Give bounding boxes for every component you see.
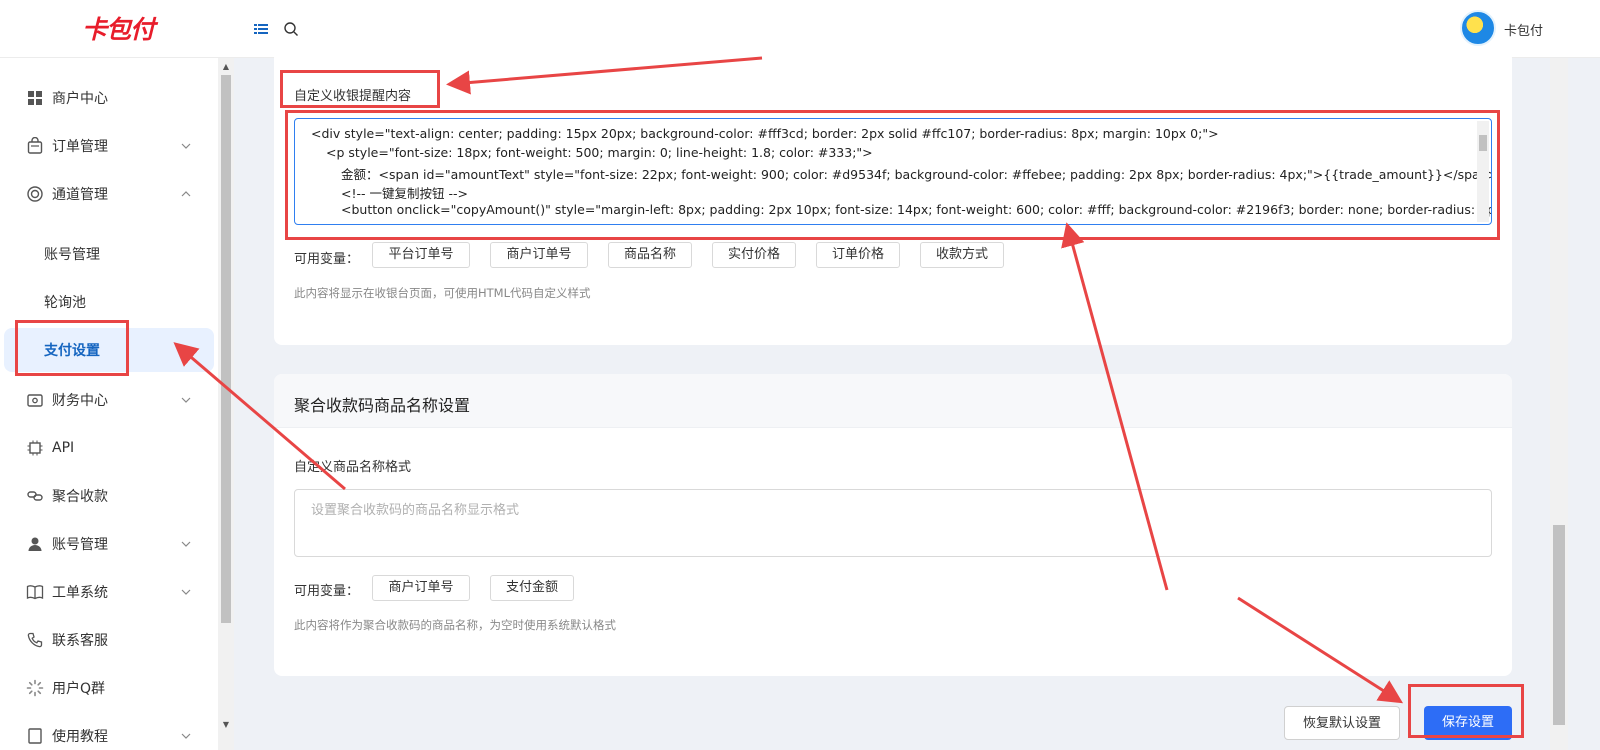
product-name-format-input[interactable]: 设置聚合收款码的商品名称显示格式 bbox=[294, 489, 1492, 557]
sidebar-item-label: 工单系统 bbox=[52, 585, 108, 601]
chevron-down-icon bbox=[181, 733, 191, 739]
sidebar-item-orders[interactable]: 订单管理 bbox=[0, 124, 214, 168]
product-name-format-label: 自定义商品名称格式 bbox=[294, 460, 412, 475]
chevron-down-icon bbox=[181, 589, 191, 595]
chevron-down-icon bbox=[181, 541, 191, 547]
chip-icon bbox=[27, 440, 43, 456]
sidebar-item-label: API bbox=[52, 440, 75, 456]
grid-icon bbox=[28, 91, 42, 105]
page-scrollbar-thumb[interactable] bbox=[1553, 525, 1565, 725]
reset-defaults-button[interactable]: 恢复默认设置 bbox=[1284, 706, 1400, 740]
sidebar-item-label: 订单管理 bbox=[52, 139, 108, 155]
vars-label: 可用变量： bbox=[294, 584, 360, 599]
var-tag-merchant-order[interactable]: 商户订单号 bbox=[372, 575, 470, 601]
book-icon bbox=[26, 585, 44, 600]
chevron-up-icon bbox=[181, 191, 191, 197]
vars-label: 可用变量： bbox=[294, 252, 360, 267]
highlight-box-label bbox=[280, 70, 440, 108]
sidebar-item-accounts-sub[interactable]: 账号管理 bbox=[0, 232, 214, 276]
sidebar-item-tutorial[interactable]: 使用教程 bbox=[0, 714, 214, 750]
sidebar-item-label: 使用教程 bbox=[52, 729, 108, 745]
link-icon bbox=[27, 491, 43, 501]
sidebar-item-channels[interactable]: 通道管理 bbox=[0, 172, 214, 216]
channel-icon bbox=[27, 186, 43, 202]
input-placeholder: 设置聚合收款码的商品名称显示格式 bbox=[311, 503, 520, 518]
sidebar-item-account-management[interactable]: 账号管理 bbox=[0, 522, 214, 566]
scroll-up-arrow-icon[interactable]: ▲ bbox=[221, 62, 231, 72]
highlight-box-nav bbox=[15, 320, 129, 376]
var-tag-payment-amount[interactable]: 支付金额 bbox=[490, 575, 574, 601]
card-title: 聚合收款码商品名称设置 bbox=[294, 396, 471, 415]
wallet-icon bbox=[27, 394, 43, 407]
var-tag-platform-order[interactable]: 平台订单号 bbox=[372, 242, 470, 268]
chevron-down-icon bbox=[181, 397, 191, 403]
sidebar-item-polling-pool[interactable]: 轮询池 bbox=[0, 280, 214, 324]
sidebar-item-finance[interactable]: 财务中心 bbox=[0, 378, 214, 422]
sidebar-item-api[interactable]: API bbox=[0, 426, 214, 470]
highlight-box-save bbox=[1408, 684, 1524, 738]
bag-icon bbox=[27, 137, 43, 154]
sidebar-item-label: 账号管理 bbox=[44, 247, 100, 263]
user-name[interactable]: 卡包付 bbox=[1504, 20, 1543, 39]
app-logo[interactable]: 卡包付 bbox=[82, 10, 155, 46]
sidebar-item-tickets[interactable]: 工单系统 bbox=[0, 570, 214, 614]
phone-icon bbox=[27, 632, 43, 648]
sidebar-item-label: 用户Q群 bbox=[52, 681, 106, 697]
sidebar-item-label: 财务中心 bbox=[52, 393, 108, 409]
var-tag-order-price[interactable]: 订单价格 bbox=[816, 242, 900, 268]
chevron-down-icon bbox=[181, 143, 191, 149]
sidebar-item-label: 账号管理 bbox=[52, 537, 108, 553]
sidebar-item-support[interactable]: 联系客服 bbox=[0, 618, 214, 662]
var-tag-paid-price[interactable]: 实付价格 bbox=[712, 242, 796, 268]
checkout-reminder-hint: 此内容将显示在收银台页面，可使用HTML代码自定义样式 bbox=[294, 286, 591, 300]
loading-icon bbox=[26, 679, 44, 697]
sidebar-item-label: 联系客服 bbox=[52, 633, 108, 649]
search-icon[interactable] bbox=[282, 20, 300, 38]
doc-icon bbox=[28, 728, 42, 744]
menu-toggle-icon[interactable] bbox=[252, 20, 270, 38]
sidebar-item-label: 商户中心 bbox=[52, 91, 108, 107]
product-name-hint: 此内容将作为聚合收款码的商品名称，为空时使用系统默认格式 bbox=[294, 618, 616, 632]
var-tag-payment-method[interactable]: 收款方式 bbox=[920, 242, 1004, 268]
sidebar-item-user-group[interactable]: 用户Q群 bbox=[0, 666, 214, 710]
sidebar-item-label: 聚合收款 bbox=[52, 489, 108, 505]
sidebar: 商户中心 订单管理 通道管理 账号管理 轮询池 支付设置 财务中心 API 聚合… bbox=[0, 58, 218, 750]
card-header: 聚合收款码商品名称设置 bbox=[274, 374, 1512, 428]
sidebar-item-label: 轮询池 bbox=[44, 295, 86, 311]
sidebar-item-aggregate-pay[interactable]: 聚合收款 bbox=[0, 474, 214, 518]
var-tag-merchant-order[interactable]: 商户订单号 bbox=[490, 242, 588, 268]
user-icon bbox=[28, 537, 42, 551]
sidebar-item-merchant-center[interactable]: 商户中心 bbox=[0, 76, 214, 120]
scroll-down-arrow-icon[interactable]: ▼ bbox=[221, 720, 231, 730]
sidebar-scrollbar-thumb[interactable] bbox=[221, 75, 231, 623]
var-tag-product-name[interactable]: 商品名称 bbox=[608, 242, 692, 268]
sidebar-item-label: 通道管理 bbox=[52, 187, 108, 203]
highlight-box-editor bbox=[285, 110, 1500, 240]
avatar[interactable] bbox=[1460, 10, 1496, 46]
